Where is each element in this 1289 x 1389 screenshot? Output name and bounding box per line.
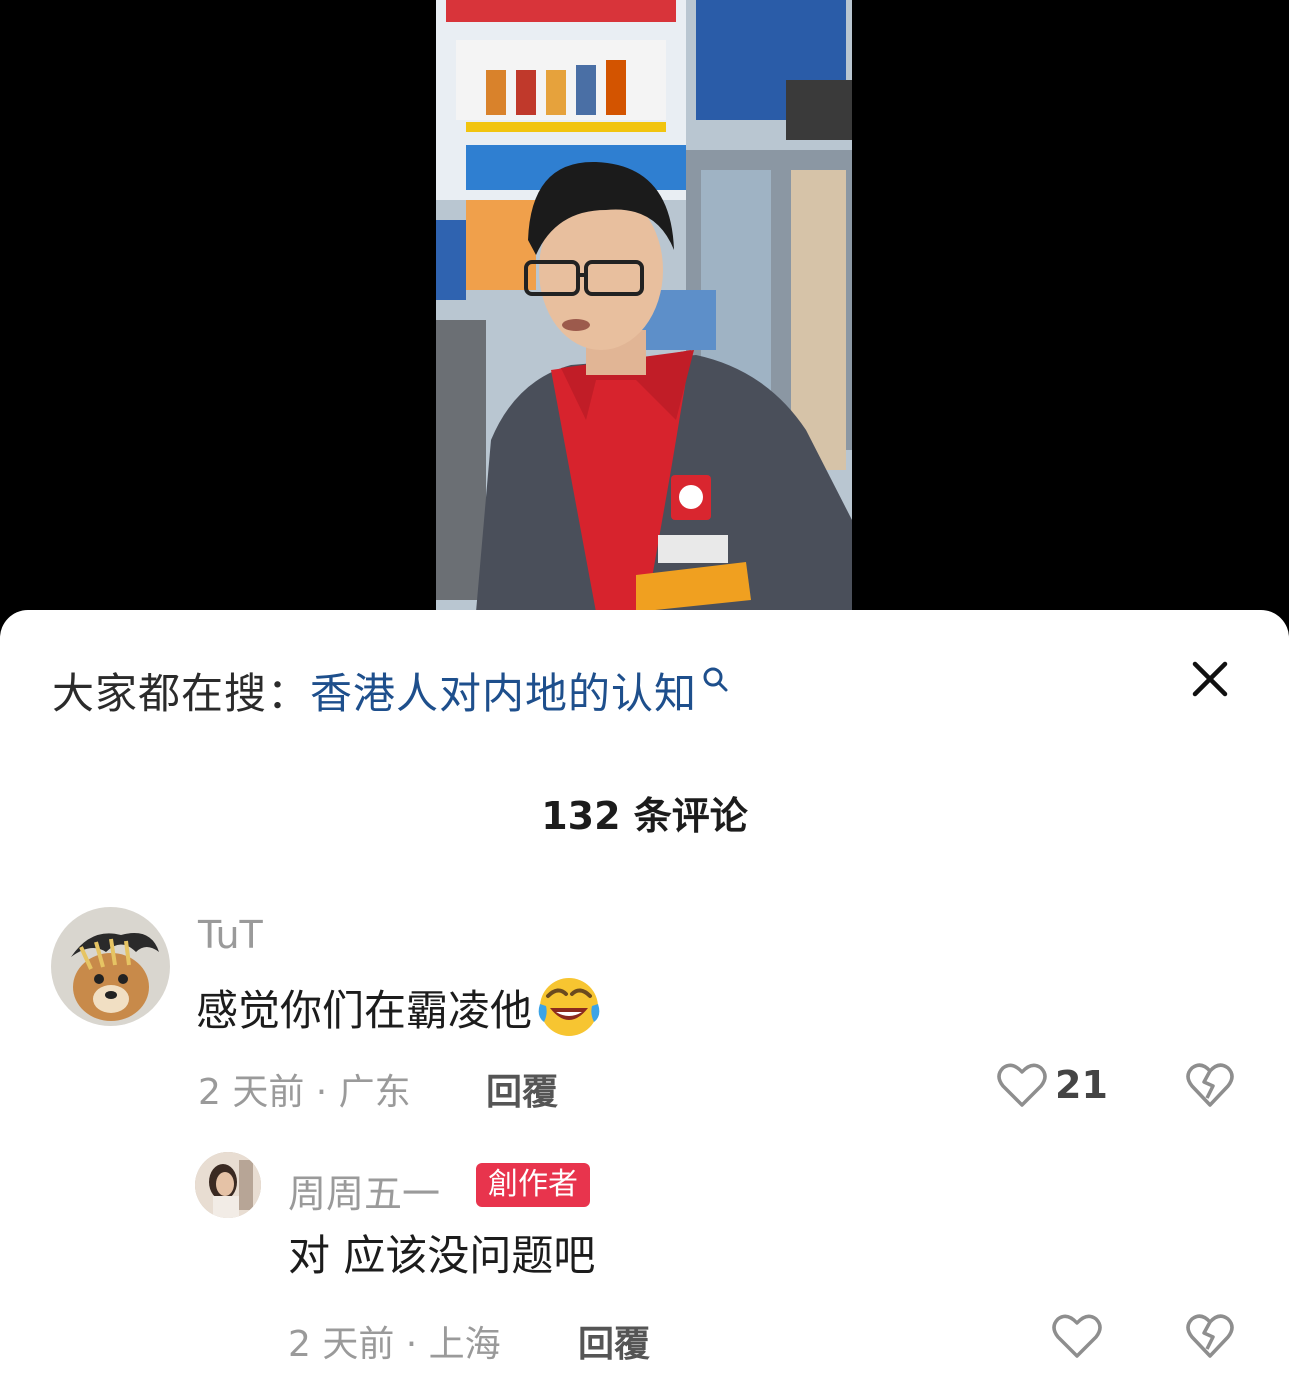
like-count: 21 xyxy=(1055,1063,1108,1107)
comment-time-location: 2 天前 · 广东 xyxy=(198,1072,411,1113)
search-prefix: 大家都在搜： xyxy=(52,668,311,718)
reply-time-location: 2 天前 · 上海 xyxy=(288,1324,501,1365)
creator-badge: 創作者 xyxy=(476,1163,590,1207)
reply-reply-button[interactable]: 回覆 xyxy=(578,1315,650,1367)
video-frame xyxy=(436,0,852,612)
reply-username[interactable]: 周周五一 xyxy=(288,1163,440,1218)
avatar-image xyxy=(51,907,170,1026)
comment-body: 感觉你们在霸凌他 xyxy=(196,985,533,1035)
avatar[interactable] xyxy=(51,907,170,1026)
like-button[interactable]: 21 xyxy=(997,1062,1108,1108)
suggested-search[interactable]: 大家都在搜： 香港人对内地的认知 xyxy=(52,665,729,718)
reply-like-button[interactable] xyxy=(1052,1313,1102,1359)
reply-text: 对 应该没问题吧 xyxy=(288,1230,596,1280)
reply-dislike-button[interactable] xyxy=(1186,1313,1234,1363)
heart-icon xyxy=(1052,1314,1102,1358)
reply-button[interactable]: 回覆 xyxy=(486,1063,558,1115)
reply-avatar-image xyxy=(195,1152,261,1218)
comment-text: 感觉你们在霸凌他 xyxy=(196,972,602,1042)
search-term-link[interactable]: 香港人对内地的认知 xyxy=(310,660,697,721)
comments-count-title: 132 条评论 xyxy=(541,794,748,838)
reply-avatar[interactable] xyxy=(195,1152,261,1218)
search-icon[interactable] xyxy=(701,665,729,693)
heart-icon xyxy=(997,1063,1047,1107)
rolling-laughing-emoji-icon xyxy=(538,978,600,1036)
broken-heart-icon xyxy=(1186,1314,1234,1358)
video-player[interactable] xyxy=(0,0,1289,640)
close-icon xyxy=(1192,661,1228,697)
comment-username[interactable]: TuT xyxy=(198,913,263,957)
comments-sheet: 大家都在搜： 香港人对内地的认知 132 条评论 TuT 感觉你们在霸凌他 2 … xyxy=(0,610,1289,1389)
dislike-button[interactable] xyxy=(1186,1062,1234,1112)
close-button[interactable] xyxy=(1186,655,1234,703)
broken-heart-icon xyxy=(1186,1063,1234,1107)
video-scene xyxy=(436,0,852,612)
